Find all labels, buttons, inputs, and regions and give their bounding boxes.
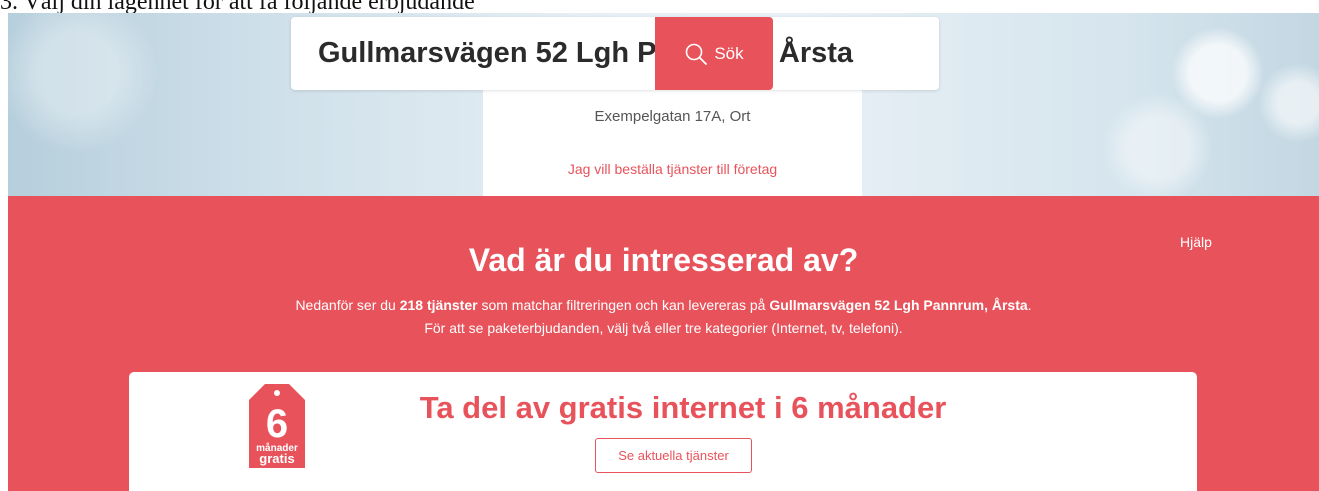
hero-panel: [483, 83, 862, 196]
search-button[interactable]: Sök: [655, 17, 773, 90]
delivery-address: Gullmarsvägen 52 Lgh Pannrum, Årsta: [769, 297, 1028, 313]
section-title: Vad är du intresserad av?: [468, 242, 859, 278]
interest-section: Hjälp Vad är du intresserad av? Nedanför…: [8, 196, 1319, 491]
example-address: Exempelgatan 17A, Ort: [594, 108, 751, 125]
service-count: 218 tjänster: [399, 297, 478, 313]
search-hero: Gullmarsvägen 52 Lgh Pannrum, Årsta Sök …: [8, 13, 1319, 196]
promo-card: 6 månader gratis Ta del av gratis intern…: [129, 372, 1197, 491]
search-button-label: Sök: [714, 43, 744, 63]
view-services-button[interactable]: Se aktuella tjänster: [595, 438, 752, 473]
tag-line-2: gratis: [259, 451, 294, 466]
business-order-link[interactable]: Jag vill beställa tjänster till företag: [483, 161, 862, 177]
search-icon: [686, 43, 708, 65]
section-description: Nedanför ser du 218 tjänster som matchar…: [8, 294, 1319, 340]
section-description-line-2: För att se paketerbjudanden, välj två el…: [424, 320, 903, 336]
section-description-line-1: Nedanför ser du 218 tjänster som matchar…: [295, 297, 1032, 313]
document-caption: 3. Välj din lägenhet för att få följande…: [0, 0, 475, 15]
address-search-input[interactable]: Gullmarsvägen 52 Lgh Pannrum, Årsta: [291, 17, 939, 90]
promo-title: Ta del av gratis internet i 6 månader: [419, 390, 947, 425]
